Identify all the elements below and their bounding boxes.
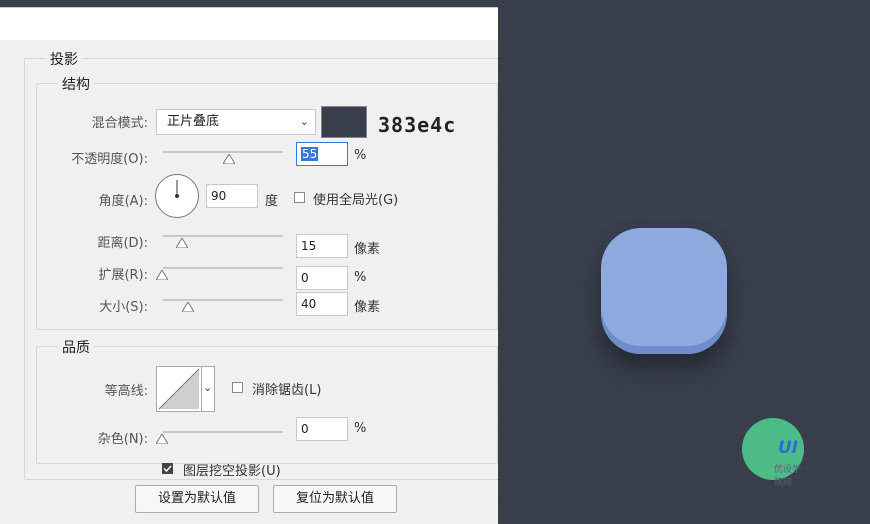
distance-label: 距离(D): [97, 236, 148, 251]
noise-input[interactable]: 0 [296, 417, 348, 441]
noise-unit: % [354, 421, 367, 436]
chevron-down-icon: ⌄ [203, 381, 213, 394]
contour-curve-icon [158, 368, 200, 410]
dialog-header-area [0, 8, 498, 40]
blend-mode-label: 混合模式: [91, 116, 148, 131]
noise-label: 杂色(N): [97, 432, 148, 447]
reset-default-button[interactable]: 复位为默认值 [273, 485, 397, 513]
structure-title: 结构 [58, 74, 94, 94]
watermark-sub-text: 优设学院网 [774, 465, 802, 488]
watermark-logo-text: UI [778, 438, 799, 458]
opacity-value: 55 [301, 147, 319, 161]
global-light-label: 使用全局光(G) [313, 193, 399, 208]
spread-slider-thumb[interactable] [156, 270, 168, 280]
app-icon-preview [601, 228, 727, 354]
opacity-slider-track[interactable] [163, 151, 283, 153]
angle-input[interactable]: 90 [206, 184, 258, 208]
drop-shadow-title: 投影 [46, 49, 82, 69]
angle-label: 角度(A): [98, 194, 148, 209]
spread-slider-track[interactable] [163, 267, 283, 269]
watermark-logo: UI 优设学院网 [742, 418, 804, 488]
size-slider-thumb[interactable] [182, 302, 194, 312]
angle-dial-needle-icon [175, 180, 179, 198]
spread-input[interactable]: 0 [296, 266, 348, 290]
color-hex-note: 383e4c [378, 113, 457, 137]
global-light-checkbox[interactable] [294, 192, 305, 203]
contour-preview[interactable] [156, 366, 202, 412]
knockout-checkbox[interactable] [162, 463, 173, 474]
angle-dial[interactable] [155, 174, 199, 218]
antialias-label: 消除锯齿(L) [252, 383, 322, 398]
quality-title: 品质 [58, 337, 94, 357]
shadow-color-swatch[interactable] [321, 106, 367, 138]
spread-label: 扩展(R): [98, 268, 148, 283]
chevron-down-icon: ⌄ [299, 115, 309, 128]
noise-slider-track[interactable] [163, 431, 283, 433]
size-input[interactable]: 40 [296, 292, 348, 316]
size-slider-track[interactable] [163, 299, 283, 301]
distance-slider-track[interactable] [163, 235, 283, 237]
size-unit: 像素 [354, 300, 381, 315]
opacity-input[interactable]: 55 [296, 142, 348, 166]
contour-dropdown-button[interactable]: ⌄ [201, 366, 215, 412]
opacity-label: 不透明度(O): [71, 152, 148, 167]
angle-unit: 度 [265, 194, 279, 209]
set-default-button[interactable]: 设置为默认值 [135, 485, 259, 513]
distance-input[interactable]: 15 [296, 234, 348, 258]
size-label: 大小(S): [99, 300, 148, 315]
layer-style-dialog: 投影 结构 混合模式: 正片叠底 ⌄ 383e4c 不透明度(O): 55 % … [0, 7, 498, 524]
checkmark-icon [163, 465, 172, 473]
blend-mode-value: 正片叠底 [167, 114, 220, 129]
opacity-unit: % [354, 148, 367, 163]
spread-unit: % [354, 270, 367, 285]
antialias-checkbox[interactable] [232, 382, 243, 393]
opacity-slider-thumb[interactable] [223, 154, 235, 164]
contour-label: 等高线: [104, 384, 148, 399]
distance-slider-thumb[interactable] [176, 238, 188, 248]
blend-mode-select[interactable]: 正片叠底 ⌄ [156, 109, 316, 135]
knockout-label: 图层挖空投影(U) [183, 464, 281, 479]
distance-unit: 像素 [354, 242, 381, 257]
noise-slider-thumb[interactable] [156, 434, 168, 444]
